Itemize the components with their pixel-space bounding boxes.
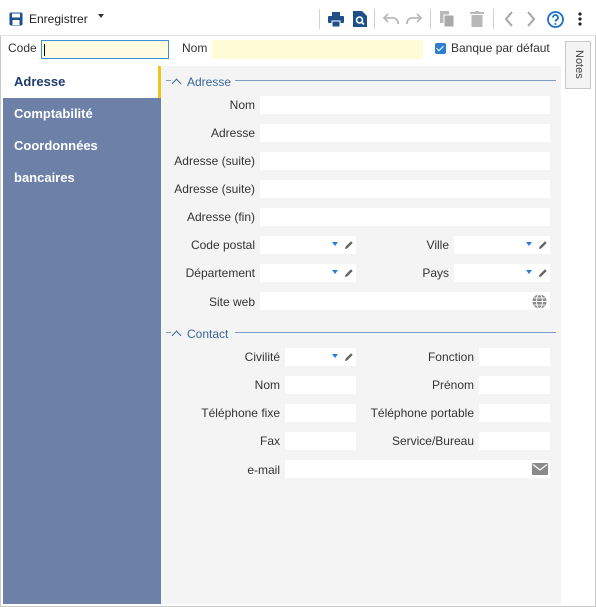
telephone-portable-input[interactable] — [479, 404, 550, 422]
field-label: Service/Bureau — [391, 434, 474, 448]
section-title-adresse: Adresse — [187, 75, 232, 89]
field-label: Département — [185, 266, 255, 280]
fax-input[interactable] — [285, 432, 356, 450]
save-icon — [9, 12, 23, 26]
bank-default-checkbox[interactable] — [435, 43, 446, 54]
code-label: Code — [8, 41, 37, 55]
field-label: Site web — [208, 295, 255, 309]
redo-icon[interactable] — [405, 10, 423, 28]
field-label: Fax — [259, 434, 280, 448]
delete-icon[interactable] — [468, 10, 486, 28]
chevron-down-icon[interactable] — [526, 270, 532, 274]
field-label: Nom — [254, 378, 280, 392]
chevron-down-icon[interactable] — [332, 354, 338, 358]
globe-icon[interactable] — [532, 294, 547, 309]
chevron-down-icon[interactable] — [526, 242, 532, 246]
copy-icon[interactable] — [438, 10, 456, 28]
adresse-line3-input[interactable] — [260, 180, 550, 198]
print-icon[interactable] — [327, 10, 345, 28]
prenom-input[interactable] — [479, 376, 550, 394]
section-divider — [166, 332, 171, 333]
pays-select[interactable] — [454, 264, 550, 282]
field-label: Adresse (suite) — [174, 154, 255, 168]
toolbar-divider — [493, 9, 494, 29]
field-label: Pays — [422, 266, 449, 280]
field-label: Téléphone fixe — [201, 406, 280, 420]
email-input[interactable] — [285, 460, 550, 478]
next-icon[interactable] — [522, 10, 540, 28]
adresse-nom-input[interactable] — [260, 96, 550, 114]
notes-side-tab[interactable]: Notes — [565, 41, 591, 89]
code-postal-select[interactable] — [260, 236, 356, 254]
nom-input[interactable] — [212, 40, 423, 59]
edit-pencil-icon[interactable] — [538, 240, 548, 250]
fonction-input[interactable] — [479, 348, 550, 366]
service-bureau-input[interactable] — [479, 432, 550, 450]
field-label: Adresse (suite) — [174, 182, 255, 196]
ville-select[interactable] — [454, 236, 550, 254]
undo-icon[interactable] — [382, 10, 400, 28]
field-label: e-mail — [247, 463, 280, 477]
field-label: Code postal — [190, 238, 255, 252]
edit-pencil-icon[interactable] — [538, 268, 548, 278]
section-nav: Adresse Comptabilité Coordonnées bancair… — [3, 66, 161, 604]
adresse-line1-input[interactable] — [260, 124, 550, 142]
field-label: Fonction — [427, 350, 474, 364]
notes-tab-label: Notes — [573, 50, 585, 79]
nav-item-label: Comptabilité — [14, 106, 93, 121]
toolbar-divider — [319, 9, 320, 29]
field-label: Nom — [229, 98, 255, 112]
nav-item-comptabilite[interactable]: Comptabilité — [3, 98, 161, 130]
field-label: Civilité — [244, 350, 280, 364]
nav-item-adresse[interactable]: Adresse — [3, 66, 161, 98]
field-label: Ville — [426, 238, 449, 252]
field-label: Adresse (fin) — [186, 210, 255, 224]
nav-item-coordonnees-bancaires[interactable]: Coordonnées bancaires — [3, 130, 161, 185]
section-divider — [166, 80, 171, 81]
edit-pencil-icon[interactable] — [344, 240, 354, 250]
toolbar-divider — [430, 9, 431, 29]
save-button-label: Enregistrer — [29, 12, 88, 26]
bank-default-label: Banque par défaut — [451, 41, 550, 55]
field-label: Adresse — [210, 126, 255, 140]
nom-label: Nom — [182, 41, 208, 55]
help-icon[interactable] — [546, 10, 564, 28]
previous-icon[interactable] — [500, 10, 518, 28]
section-title-contact: Contact — [187, 327, 229, 341]
departement-select[interactable] — [260, 264, 356, 282]
code-input[interactable] — [41, 40, 169, 59]
contact-nom-input[interactable] — [285, 376, 356, 394]
edit-pencil-icon[interactable] — [344, 352, 354, 362]
text-caret — [44, 44, 45, 56]
nav-item-label: Adresse — [14, 74, 66, 89]
save-dropdown-caret[interactable] — [98, 14, 104, 18]
field-label: Téléphone portable — [370, 406, 474, 420]
site-web-input[interactable] — [260, 292, 550, 310]
edit-pencil-icon[interactable] — [344, 268, 354, 278]
save-button[interactable]: Enregistrer — [9, 10, 88, 28]
envelope-icon[interactable] — [532, 463, 548, 475]
chevron-down-icon[interactable] — [332, 242, 338, 246]
section-divider — [235, 332, 556, 333]
more-icon[interactable] — [571, 10, 589, 28]
adresse-line4-input[interactable] — [260, 208, 550, 226]
telephone-fixe-input[interactable] — [285, 404, 356, 422]
field-label: Prénom — [431, 378, 474, 392]
adresse-line2-input[interactable] — [260, 152, 550, 170]
toolbar: Enregistrer — [0, 0, 596, 36]
nav-item-label: Coordonnées bancaires — [14, 138, 98, 185]
section-divider — [235, 80, 556, 81]
toolbar-divider — [374, 9, 375, 29]
print-preview-icon[interactable] — [351, 10, 369, 28]
chevron-down-icon[interactable] — [332, 270, 338, 274]
